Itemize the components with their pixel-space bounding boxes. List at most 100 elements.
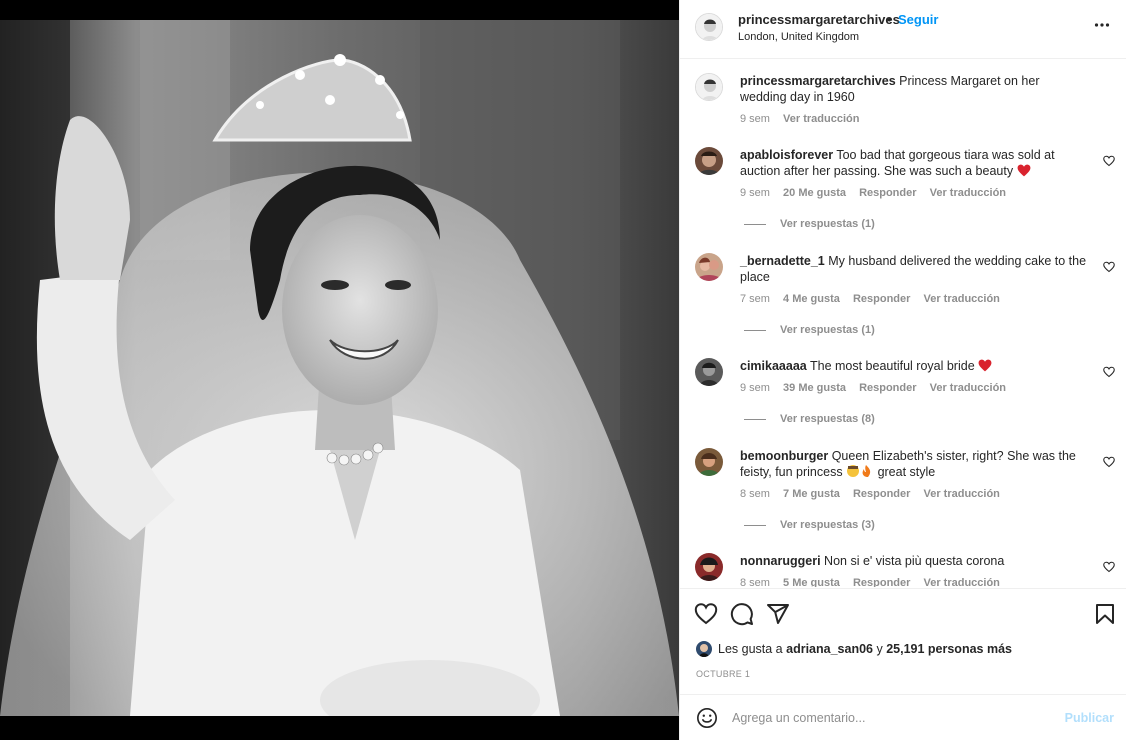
view-replies-button[interactable]: Ver respuestas (1): [744, 218, 875, 230]
post-header: princessmargaretarchives • Seguir London…: [680, 0, 1126, 59]
commenter-avatar[interactable]: [695, 448, 723, 476]
comment-likes[interactable]: 39 Me gusta: [783, 382, 846, 394]
comment-row: _bernadette_1 My husband delivered the w…: [680, 253, 1126, 343]
view-replies-label: Ver respuestas (1): [780, 218, 875, 230]
comment-text: _bernadette_1 My husband delivered the w…: [740, 253, 1088, 285]
comment-likes[interactable]: 4 Me gusta: [783, 293, 840, 305]
caption-row: princessmargaretarchives Princess Margar…: [680, 73, 1126, 133]
comment-likes[interactable]: 7 Me gusta: [783, 488, 840, 500]
view-replies-label: Ver respuestas (1): [780, 324, 875, 336]
comment-time[interactable]: 7 sem: [740, 293, 770, 305]
replies-divider-line: [744, 524, 766, 526]
send-icon[interactable]: [766, 602, 790, 626]
comment-like-heart-icon[interactable]: [1103, 366, 1115, 378]
red-heart-emoji-icon: [1017, 164, 1030, 177]
post-photo-panel: [0, 0, 679, 740]
replies-divider-line: [744, 223, 766, 225]
add-comment-bar: Publicar: [680, 694, 1126, 740]
header-separator: •: [887, 12, 892, 27]
comment-input[interactable]: [732, 705, 1052, 731]
comment-row: cimikaaaaa The most beautiful royal brid…: [680, 358, 1126, 433]
commenter-avatar[interactable]: [695, 553, 723, 581]
caption-time[interactable]: 9 sem: [740, 113, 770, 125]
caption-text: princessmargaretarchives Princess Margar…: [740, 73, 1088, 105]
view-replies-button[interactable]: Ver respuestas (3): [744, 519, 875, 531]
author-avatar[interactable]: [695, 73, 723, 101]
commenter-username[interactable]: cimikaaaaa: [740, 359, 807, 373]
likes-summary[interactable]: Les gusta a adriana_san06 y 25,191 perso…: [696, 641, 1012, 657]
commenter-username[interactable]: bemoonburger: [740, 449, 828, 463]
translate-link[interactable]: Ver traducción: [930, 382, 1006, 394]
comment-meta: 7 sem 4 Me gusta Responder Ver traducció…: [740, 293, 1010, 305]
caption-meta: 9 sem Ver traducción: [740, 113, 869, 125]
comment-likes[interactable]: 20 Me gusta: [783, 187, 846, 199]
comment-like-heart-icon[interactable]: [1103, 261, 1115, 273]
comment-like-heart-icon[interactable]: [1103, 456, 1115, 468]
post-actions: Les gusta a adriana_san06 y 25,191 perso…: [680, 588, 1126, 694]
comment-like-heart-icon[interactable]: [1103, 155, 1115, 167]
comment-body: The most beautiful royal bride: [809, 359, 975, 373]
publish-button[interactable]: Publicar: [1065, 711, 1114, 725]
comment-text: bemoonburger Queen Elizabeth's sister, r…: [740, 448, 1088, 480]
emoji-icon: [847, 465, 871, 477]
comment-likes[interactable]: 5 Me gusta: [783, 577, 840, 587]
likes-others-count[interactable]: 25,191 personas más: [886, 642, 1012, 656]
author-username[interactable]: princessmargaretarchives: [738, 12, 900, 27]
post-date[interactable]: OCTUBRE 1: [696, 669, 750, 679]
comment-row: bemoonburger Queen Elizabeth's sister, r…: [680, 448, 1126, 538]
reply-button[interactable]: Responder: [853, 577, 910, 587]
view-replies-label: Ver respuestas (8): [780, 413, 875, 425]
comment-time[interactable]: 8 sem: [740, 488, 770, 500]
bookmark-icon[interactable]: [1093, 602, 1117, 626]
comment-text: apabloisforever Too bad that gorgeous ti…: [740, 147, 1088, 179]
emoji-icon[interactable]: [696, 707, 718, 729]
liker-username[interactable]: adriana_san06: [786, 642, 873, 656]
commenter-username[interactable]: apabloisforever: [740, 148, 833, 162]
reply-button[interactable]: Responder: [853, 293, 910, 305]
replies-divider-line: [744, 418, 766, 420]
caption-translate-link[interactable]: Ver traducción: [783, 113, 859, 125]
heart-outline-icon[interactable]: [694, 602, 718, 626]
post-details-panel: princessmargaretarchives • Seguir London…: [679, 0, 1126, 740]
comment-row: apabloisforever Too bad that gorgeous ti…: [680, 147, 1126, 237]
translate-link[interactable]: Ver traducción: [923, 577, 999, 587]
comment-row: nonnaruggeri Non si e' vista più questa …: [680, 553, 1126, 587]
commenter-username[interactable]: _bernadette_1: [740, 254, 825, 268]
liker-avatar: [696, 641, 712, 657]
commenter-avatar[interactable]: [695, 147, 723, 175]
comment-time[interactable]: 9 sem: [740, 187, 770, 199]
comment-time[interactable]: 9 sem: [740, 382, 770, 394]
reply-button[interactable]: Responder: [859, 187, 916, 199]
comment-meta: 8 sem 5 Me gusta Responder Ver traducció…: [740, 577, 1010, 587]
comment-icon[interactable]: [730, 602, 754, 626]
reply-button[interactable]: Responder: [859, 382, 916, 394]
comment-time[interactable]: 8 sem: [740, 577, 770, 587]
translate-link[interactable]: Ver traducción: [923, 293, 999, 305]
comment-body: Non si e' vista più questa corona: [824, 554, 1005, 568]
follow-button[interactable]: Seguir: [898, 12, 938, 27]
wedding-photo-image: [0, 20, 679, 716]
comment-meta: 9 sem 20 Me gusta Responder Ver traducci…: [740, 187, 1016, 199]
red-heart-emoji-icon: [978, 359, 992, 372]
commenter-username[interactable]: nonnaruggeri: [740, 554, 821, 568]
reply-button[interactable]: Responder: [853, 488, 910, 500]
post-photo[interactable]: [0, 20, 679, 716]
view-replies-button[interactable]: Ver respuestas (1): [744, 324, 875, 336]
translate-link[interactable]: Ver traducción: [930, 187, 1006, 199]
replies-divider-line: [744, 329, 766, 331]
comment-meta: 8 sem 7 Me gusta Responder Ver traducció…: [740, 488, 1010, 500]
likes-conj: y: [876, 642, 883, 656]
author-avatar[interactable]: [695, 13, 723, 41]
more-horizontal-icon[interactable]: [1094, 17, 1110, 33]
comments-list[interactable]: princessmargaretarchives Princess Margar…: [680, 60, 1126, 587]
post-location[interactable]: London, United Kingdom: [738, 31, 859, 43]
commenter-avatar[interactable]: [695, 253, 723, 281]
comment-body-suffix: great style: [877, 465, 936, 479]
caption-username[interactable]: princessmargaretarchives: [740, 74, 896, 88]
view-replies-button[interactable]: Ver respuestas (8): [744, 413, 875, 425]
translate-link[interactable]: Ver traducción: [923, 488, 999, 500]
commenter-avatar[interactable]: [695, 358, 723, 386]
comment-text: nonnaruggeri Non si e' vista più questa …: [740, 553, 1088, 569]
likes-prefix: Les gusta a: [718, 642, 783, 656]
comment-like-heart-icon[interactable]: [1103, 561, 1115, 573]
